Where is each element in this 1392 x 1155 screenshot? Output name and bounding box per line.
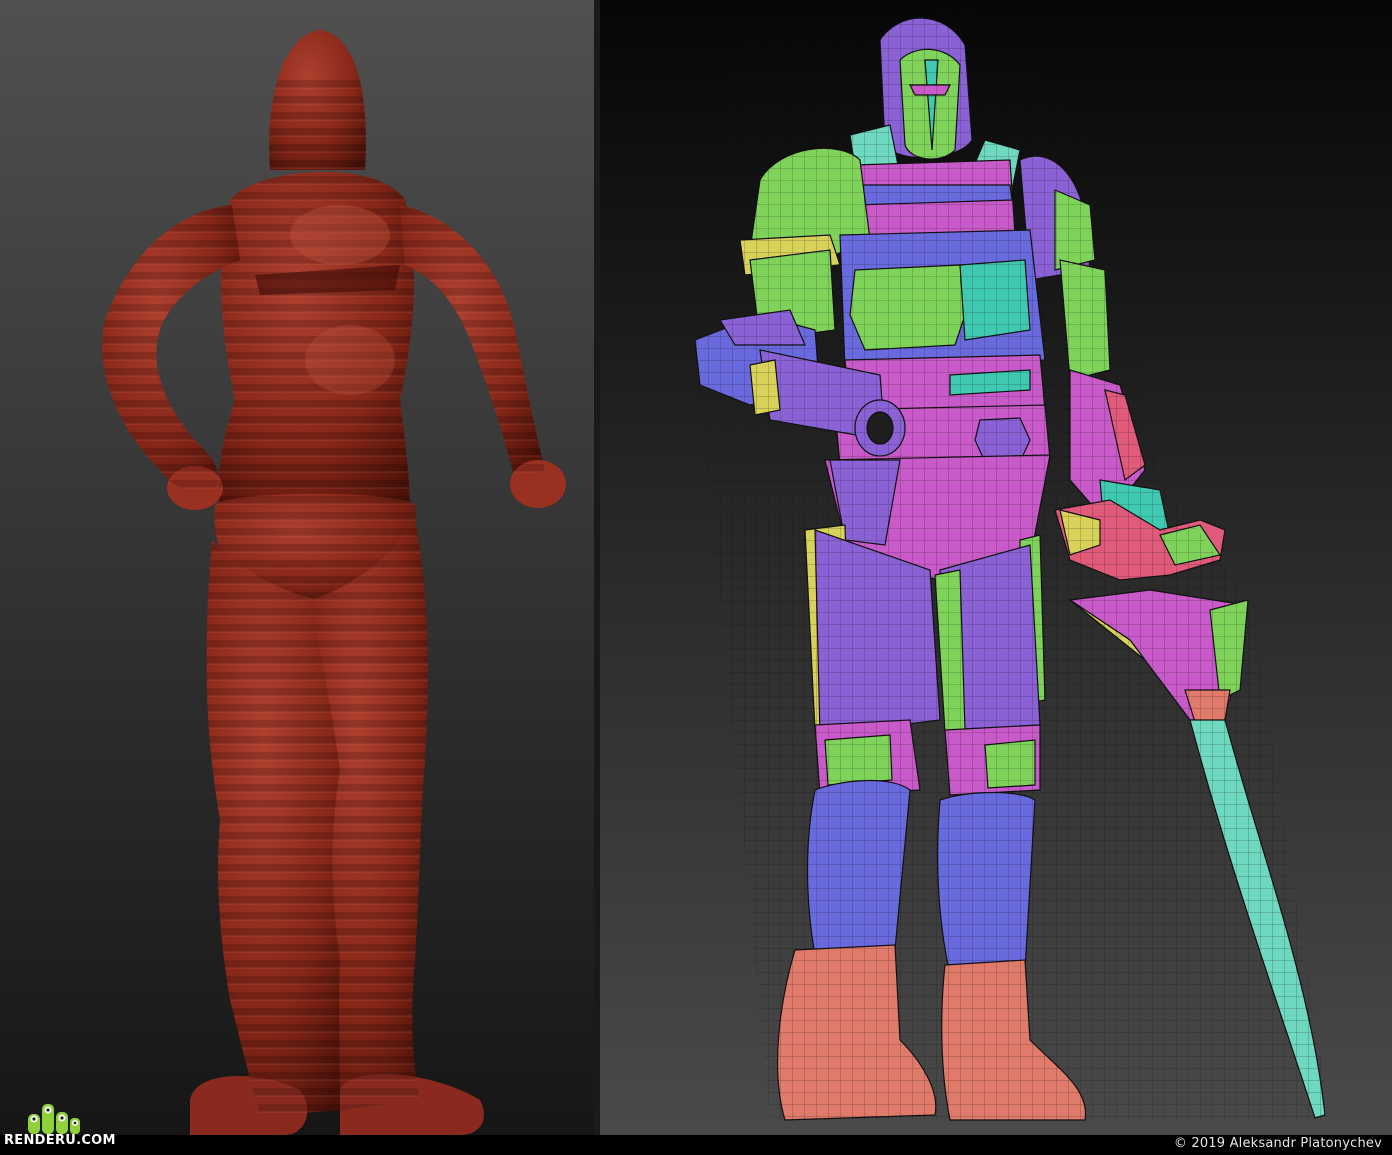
- chest-highlight: [290, 205, 390, 265]
- copyright-text: © 2019 Aleksandr Platonychev: [1173, 1136, 1382, 1151]
- logo-text: RENDERU.COM: [4, 1133, 116, 1148]
- knight-panel: [600, 0, 1392, 1135]
- renderu-mascots-icon: [28, 1104, 80, 1134]
- renderu-logo[interactable]: RENDERU.COM: [4, 1100, 115, 1152]
- mannequin-panel: [0, 0, 594, 1135]
- mannequin-render: [0, 0, 594, 1135]
- knight-render: [600, 0, 1392, 1135]
- belly-highlight: [305, 325, 395, 395]
- image-stage: © 2019 Aleksandr Platonychev RENDERU.COM: [0, 0, 1392, 1155]
